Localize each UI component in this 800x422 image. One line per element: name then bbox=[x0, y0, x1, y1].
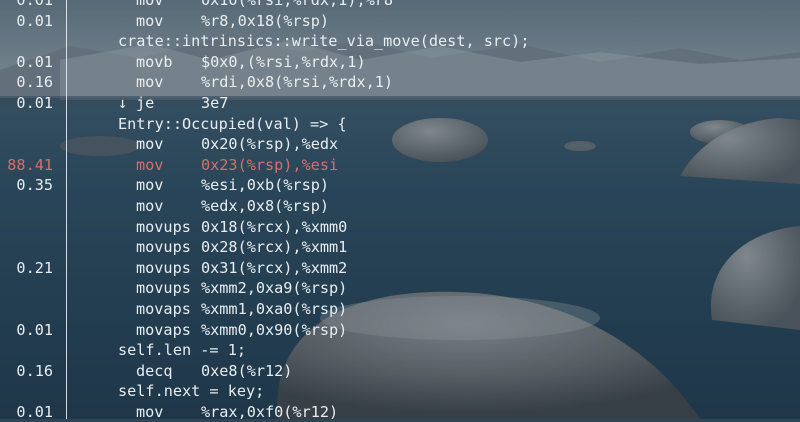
operands: 0x18(%rcx),%xmm0 bbox=[201, 217, 348, 236]
operands: 0x31(%rcx),%xmm2 bbox=[201, 258, 348, 277]
asm-line[interactable]: movaps %xmm1,0xa0(%rsp) bbox=[0, 299, 800, 320]
asm-line[interactable]: 0.35 mov %esi,0xb(%rsp) bbox=[0, 175, 800, 196]
percent-value: 0.01 bbox=[16, 320, 53, 339]
asm-line[interactable]: movups 0x18(%rcx),%xmm0 bbox=[0, 217, 800, 238]
mnemonic: je bbox=[136, 93, 155, 112]
asm-line[interactable]: 0.21 movups 0x31(%rcx),%xmm2 bbox=[0, 258, 800, 279]
asm-line[interactable]: movups %xmm2,0xa9(%rsp) bbox=[0, 278, 800, 299]
asm-line[interactable]: 0.01 mov %r8,0x18(%rsp) bbox=[0, 11, 800, 32]
operands: 0x28(%rcx),%xmm1 bbox=[201, 238, 348, 257]
mnemonic: movups bbox=[136, 217, 191, 236]
operands: %xmm0,0x90(%rsp) bbox=[201, 320, 348, 339]
asm-line[interactable]: mov 0x20(%rsp),%edx bbox=[0, 134, 800, 155]
mnemonic: movaps bbox=[136, 320, 191, 339]
mnemonic: mov bbox=[136, 73, 164, 92]
percent-value: 0.01 bbox=[16, 93, 53, 112]
mnemonic: mov bbox=[136, 155, 164, 174]
mnemonic: movups bbox=[136, 238, 191, 257]
source-text: crate::intrinsics::write_via_move(dest, … bbox=[118, 32, 530, 51]
operands: %rdi,0x8(%rsi,%rdx,1) bbox=[201, 73, 394, 92]
asm-line[interactable]: 0.01 movaps %xmm0,0x90(%rsp) bbox=[0, 320, 800, 341]
source-text: self.len -= 1; bbox=[118, 341, 247, 360]
operands: %xmm1,0xa0(%rsp) bbox=[201, 299, 348, 318]
operands: %r8,0x18(%rsp) bbox=[201, 11, 330, 30]
source-line[interactable]: self.len -= 1; bbox=[0, 340, 800, 361]
source-text: Entry::Occupied(val) => { bbox=[118, 114, 347, 133]
operands: 0x20(%rsp),%edx bbox=[201, 135, 339, 154]
mnemonic: movups bbox=[136, 279, 191, 298]
percent-value: 0.01 bbox=[16, 0, 53, 9]
percent-value: 0.35 bbox=[16, 176, 53, 195]
source-line[interactable]: self.next = key; bbox=[0, 381, 800, 402]
operands: 3e7 bbox=[201, 93, 229, 112]
asm-line[interactable]: 0.01 mov 0x10(%rsi,%rdx,1),%r8 bbox=[0, 0, 800, 11]
asm-line[interactable]: 88.41 mov 0x23(%rsp),%esi bbox=[0, 155, 800, 176]
source-line[interactable]: crate::intrinsics::write_via_move(dest, … bbox=[0, 31, 800, 52]
mnemonic: movb bbox=[136, 52, 173, 71]
source-line[interactable]: Entry::Occupied(val) => { bbox=[0, 114, 800, 135]
operands: 0x10(%rsi,%rdx,1),%r8 bbox=[201, 0, 394, 9]
percent-value: 0.01 bbox=[16, 52, 53, 71]
percent-value: 0.21 bbox=[16, 258, 53, 277]
operands: 0x23(%rsp),%esi bbox=[201, 155, 339, 174]
mnemonic: mov bbox=[136, 0, 164, 9]
mnemonic: movups bbox=[136, 258, 191, 277]
mnemonic: decq bbox=[136, 361, 173, 380]
source-text: self.next = key; bbox=[118, 382, 265, 401]
operands: %esi,0xb(%rsp) bbox=[201, 176, 330, 195]
percent-value: 0.16 bbox=[16, 361, 53, 380]
operands: %xmm2,0xa9(%rsp) bbox=[201, 279, 348, 298]
asm-line[interactable]: 0.16 mov %rdi,0x8(%rsi,%rdx,1) bbox=[0, 72, 800, 93]
jump-arrow-icon[interactable]: ↓ bbox=[118, 93, 127, 114]
asm-line[interactable]: 0.01 ↓ je 3e7 bbox=[0, 93, 800, 114]
asm-line[interactable]: movups 0x28(%rcx),%xmm1 bbox=[0, 237, 800, 258]
operands: %edx,0x8(%rsp) bbox=[201, 196, 330, 215]
mnemonic: mov bbox=[136, 11, 164, 30]
mnemonic: mov bbox=[136, 135, 164, 154]
mnemonic: mov bbox=[136, 196, 164, 215]
annotate-listing[interactable]: 0.01 mov 0x10(%rsi,%rdx,1),%r8 0.01 mov %r8,0… bbox=[0, 0, 800, 422]
mnemonic: movaps bbox=[136, 299, 191, 318]
mnemonic: mov bbox=[136, 176, 164, 195]
operands: 0xe8(%r12) bbox=[201, 361, 293, 380]
percent-column-divider bbox=[66, 0, 67, 419]
asm-line[interactable]: 0.01 movb $0x0,(%rsi,%rdx,1) bbox=[0, 52, 800, 73]
asm-line[interactable]: mov %edx,0x8(%rsp) bbox=[0, 196, 800, 217]
percent-value: 88.41 bbox=[7, 155, 53, 174]
operands: $0x0,(%rsi,%rdx,1) bbox=[201, 52, 366, 71]
percent-value: 0.01 bbox=[16, 11, 53, 30]
asm-line[interactable]: 0.16 decq 0xe8(%r12) bbox=[0, 361, 800, 382]
percent-value: 0.16 bbox=[16, 73, 53, 92]
